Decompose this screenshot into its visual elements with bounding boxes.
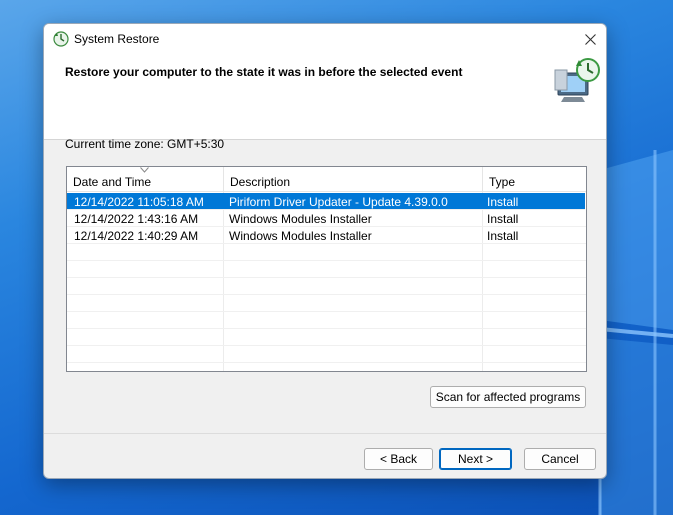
table-row[interactable]: 12/14/2022 11:05:18 AM Piriform Driver U… bbox=[67, 193, 585, 210]
dialog-header: Restore your computer to the state it wa… bbox=[44, 54, 606, 140]
empty-row bbox=[67, 261, 586, 278]
cell-type: Install bbox=[487, 212, 519, 226]
cell-date: 12/14/2022 1:43:16 AM bbox=[74, 212, 199, 226]
cell-type: Install bbox=[487, 195, 519, 209]
table-row[interactable]: 12/14/2022 1:40:29 AM Windows Modules In… bbox=[67, 227, 586, 244]
column-header-date[interactable]: Date and Time bbox=[67, 167, 224, 192]
system-restore-dialog: System Restore Restore your computer to … bbox=[43, 23, 607, 479]
page-heading: Restore your computer to the state it wa… bbox=[65, 65, 463, 79]
restore-monitor-clock-icon bbox=[554, 57, 602, 103]
window-title: System Restore bbox=[74, 32, 160, 46]
scan-affected-programs-button[interactable]: Scan for affected programs bbox=[430, 386, 586, 408]
footer-divider bbox=[44, 433, 606, 434]
cell-description: Windows Modules Installer bbox=[229, 212, 372, 226]
close-button[interactable] bbox=[574, 24, 606, 54]
timezone-label: Current time zone: GMT+5:30 bbox=[65, 137, 225, 151]
cell-type: Install bbox=[487, 229, 519, 243]
cancel-button[interactable]: Cancel bbox=[524, 448, 596, 470]
close-icon bbox=[584, 33, 596, 45]
column-label-date: Date and Time bbox=[73, 175, 152, 189]
restore-points-list[interactable]: Date and Time Description Type 12/14/202… bbox=[66, 166, 587, 372]
cell-description: Piriform Driver Updater - Update 4.39.0.… bbox=[229, 195, 448, 209]
cell-description: Windows Modules Installer bbox=[229, 229, 372, 243]
column-header-description[interactable]: Description bbox=[224, 167, 483, 192]
column-label-type: Type bbox=[489, 175, 516, 189]
table-row[interactable]: 12/14/2022 1:43:16 AM Windows Modules In… bbox=[67, 210, 586, 227]
next-button[interactable]: Next > bbox=[439, 448, 512, 470]
list-header: Date and Time Description Type bbox=[67, 167, 586, 192]
title-bar[interactable]: System Restore bbox=[44, 24, 606, 54]
empty-row bbox=[67, 244, 586, 261]
back-button[interactable]: < Back bbox=[364, 448, 433, 470]
empty-row bbox=[67, 329, 586, 346]
cell-date: 12/14/2022 11:05:18 AM bbox=[74, 195, 204, 209]
sort-down-icon bbox=[140, 167, 149, 173]
empty-row bbox=[67, 278, 586, 295]
column-label-description: Description bbox=[230, 175, 291, 189]
empty-row bbox=[67, 312, 586, 329]
system-restore-icon bbox=[53, 31, 69, 47]
empty-row bbox=[67, 346, 586, 363]
empty-row bbox=[67, 295, 586, 312]
column-header-type[interactable]: Type bbox=[483, 167, 586, 192]
cell-date: 12/14/2022 1:40:29 AM bbox=[74, 229, 199, 243]
